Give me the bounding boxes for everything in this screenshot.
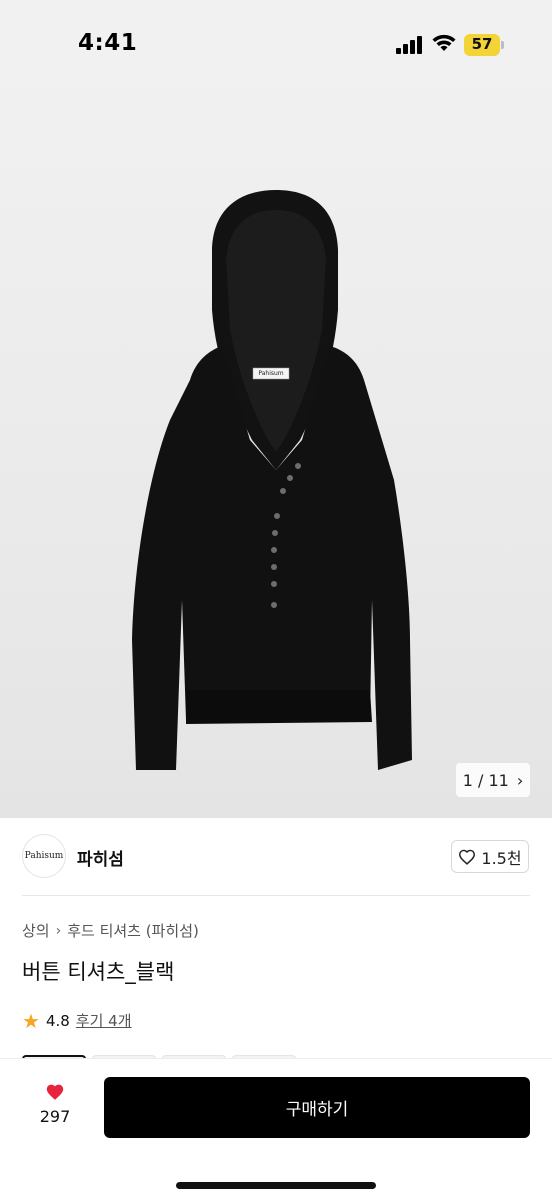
cellular-signal-icon: [396, 36, 422, 54]
breadcrumb-item-subcategory[interactable]: 후드 티셔츠 (파히섬): [67, 920, 199, 941]
battery-level: 57: [471, 35, 493, 53]
shop-row[interactable]: Pahisum 파히섬 1.5천: [0, 818, 552, 896]
heart-outline-icon: [459, 849, 476, 865]
breadcrumb: 상의 › 후드 티셔츠 (파히섬): [22, 920, 199, 941]
rating-value: 4.8: [45, 1011, 70, 1030]
buy-button[interactable]: 구매하기: [104, 1077, 530, 1138]
shop-like-button[interactable]: 1.5천: [451, 840, 529, 873]
divider: [22, 895, 530, 896]
chevron-right-icon: ›: [516, 770, 524, 790]
shop-logo[interactable]: Pahisum: [22, 834, 66, 878]
wifi-icon: [432, 34, 456, 51]
image-pager[interactable]: 1 / 11 ›: [456, 763, 530, 797]
heart-filled-icon: [46, 1084, 64, 1100]
shop-like-count: 1.5천: [481, 848, 522, 868]
status-time: 4:41: [78, 30, 138, 56]
pager-text: 1 / 11: [462, 770, 509, 790]
favorite-button[interactable]: 297: [30, 1083, 80, 1126]
battery-icon: 57: [464, 34, 504, 56]
chevron-right-icon: ›: [55, 922, 62, 939]
product-photo-hoodie: [132, 190, 412, 770]
brand-neck-label: Pahisum: [258, 370, 284, 377]
home-indicator: [176, 1182, 376, 1189]
product-image-carousel[interactable]: Pahisum 1 / 11 ›: [0, 0, 552, 818]
shop-name[interactable]: 파히섬: [77, 845, 124, 870]
rating-row: ★ 4.8 후기 4개: [22, 1010, 132, 1031]
bottom-action-bar: 297 구매하기: [0, 1058, 552, 1200]
favorite-count: 297: [39, 1107, 71, 1126]
product-title: 버튼 티셔츠_블랙: [22, 960, 175, 984]
status-bar: 4:41 57: [0, 0, 552, 90]
star-icon: ★: [22, 1008, 40, 1033]
review-count-link[interactable]: 후기 4개: [76, 1010, 132, 1031]
breadcrumb-item-category[interactable]: 상의: [22, 920, 50, 941]
